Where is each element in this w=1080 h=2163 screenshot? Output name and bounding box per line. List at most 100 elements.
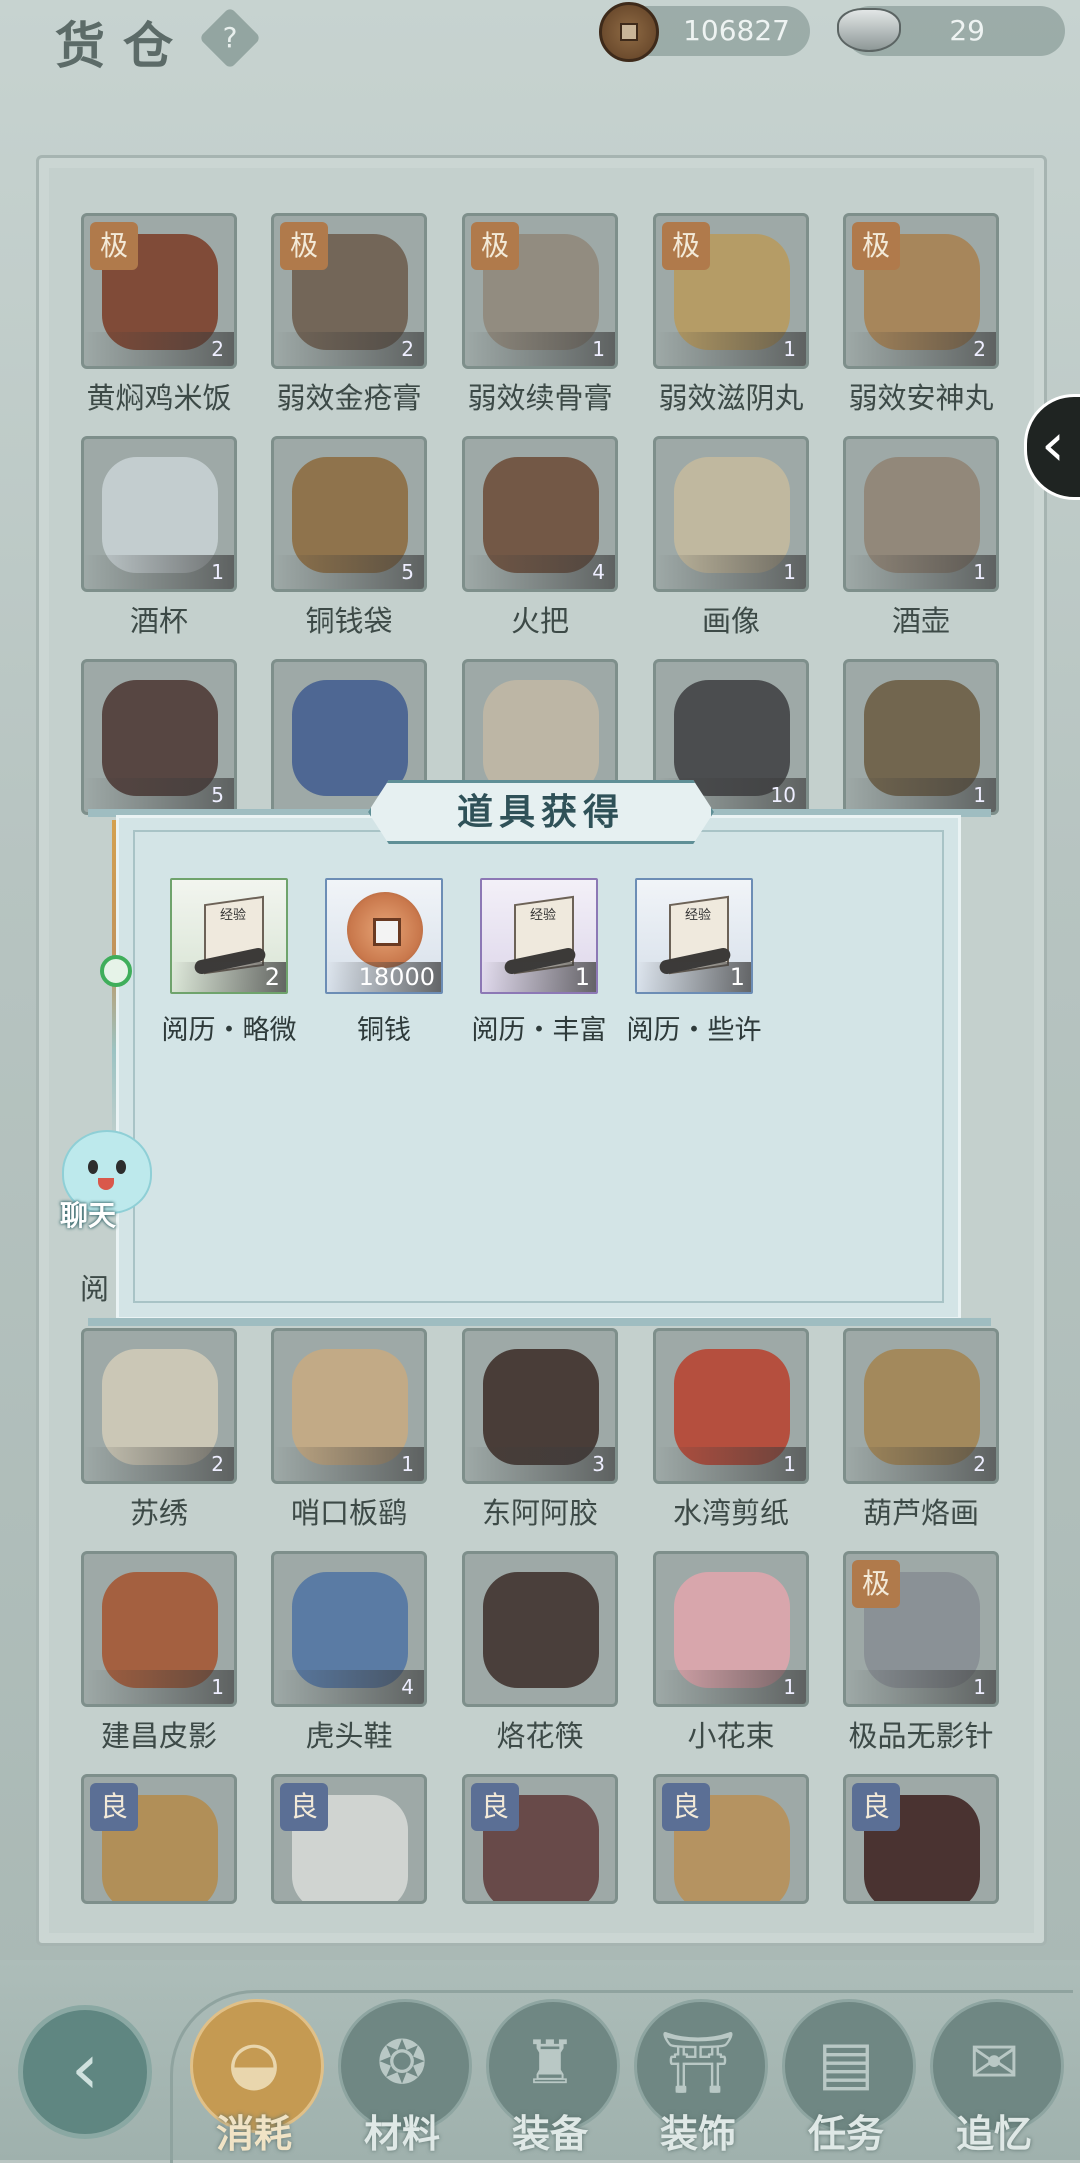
inventory-slot[interactable]: 极1 [462, 213, 618, 369]
inventory-slot[interactable]: 良 [843, 1774, 999, 1904]
item-count: 1 [84, 1670, 234, 1704]
scroll-text: 经验 [220, 908, 247, 923]
item-name: 苏绣 [129, 1496, 188, 1530]
item-count: 1 [846, 1670, 996, 1704]
inventory-slot[interactable]: 1 [653, 1551, 809, 1707]
item-name: 哨口板鹞 [290, 1496, 407, 1530]
item-count: 1 [84, 555, 234, 589]
item-count: 2 [84, 332, 234, 366]
item-count: 1 [846, 778, 996, 812]
mascot-eye [116, 1160, 126, 1174]
inventory-slot[interactable]: 3 [462, 1328, 618, 1484]
item-count: 1 [656, 1670, 806, 1704]
item-count: 1 [274, 1447, 424, 1481]
item-name: 弱效滋阴丸 [658, 381, 804, 415]
inventory-slot[interactable] [462, 1551, 618, 1707]
inventory-slot[interactable]: 1 [81, 1551, 237, 1707]
item-name: 东阿阿胶 [481, 1496, 598, 1530]
mascot-mouth [98, 1178, 114, 1190]
item-name: 极品无影针 [848, 1719, 994, 1753]
inventory-slot[interactable]: 极2 [81, 213, 237, 369]
inventory-slot[interactable]: 1 [81, 436, 237, 592]
item-count: 1 [656, 555, 806, 589]
tab-label: 装备 [511, 2112, 588, 2156]
inventory-slot[interactable]: 极1 [653, 213, 809, 369]
reward-name: 阅历・些许 [626, 1015, 762, 1046]
item-name: 小花束 [687, 1719, 775, 1753]
item-name: 弱效安神丸 [848, 381, 994, 415]
item-name: 烙花筷 [496, 1719, 584, 1753]
inventory-slot[interactable]: 1 [843, 436, 999, 592]
popup-title: 道具获得 [456, 791, 625, 833]
item-name: 弱效金疮膏 [276, 381, 422, 415]
inventory-slot[interactable]: 4 [271, 1551, 427, 1707]
chevron-left-icon: ‹ [1041, 410, 1065, 480]
reward-slot[interactable]: 经验 1 [480, 878, 598, 994]
quality-badge: 极 [662, 222, 710, 270]
inventory-slot[interactable]: 良 [462, 1774, 618, 1904]
chat-label[interactable]: 聊天 [60, 1194, 116, 1234]
item-count: 2 [274, 332, 424, 366]
item-name: 葫芦烙画 [862, 1496, 979, 1530]
item-name: 酒壶 [891, 604, 950, 638]
inventory-slot[interactable]: 良 [653, 1774, 809, 1904]
item-name: 黄焖鸡米饭 [86, 381, 232, 415]
item-count: 2 [84, 1447, 234, 1481]
item-name: 弱效续骨膏 [467, 381, 613, 415]
quality-badge: 极 [852, 1560, 900, 1608]
quality-badge: 极 [90, 222, 138, 270]
reward-count: 18000 [327, 962, 441, 992]
inventory-slot[interactable]: 1 [843, 659, 999, 815]
tab-envelope[interactable]: ✉ 追忆 [926, 1995, 1064, 2160]
item-count: 1 [656, 332, 806, 366]
quality-badge: 极 [280, 222, 328, 270]
reward-slot[interactable]: 经验 2 [170, 878, 288, 994]
blue-pouch-icon [292, 680, 408, 796]
inventory-slot[interactable]: 2 [843, 1328, 999, 1484]
inventory-slot[interactable]: 良 [271, 1774, 427, 1904]
item-count: 3 [465, 1447, 615, 1481]
tab-bowl[interactable]: ◒ 消耗 [186, 1995, 324, 2160]
reward-name: 阅历・略微 [161, 1015, 297, 1046]
tab-robe[interactable]: ♜ 装备 [482, 1995, 620, 2160]
reward-slot[interactable]: 经验 1 [635, 878, 753, 994]
inventory-slot[interactable]: 5 [81, 659, 237, 815]
inventory-slot[interactable]: 5 [271, 436, 427, 592]
tab-gate[interactable]: ⛩ 装饰 [630, 1995, 768, 2160]
item-name: 建昌皮影 [100, 1719, 217, 1753]
chopsticks-icon [483, 1572, 599, 1688]
inventory-slot[interactable]: 1 [653, 436, 809, 592]
tab-label: 消耗 [215, 2112, 292, 2156]
quality-badge: 良 [852, 1783, 900, 1831]
item-name: 火把 [510, 604, 569, 638]
item-name: 画像 [701, 604, 760, 638]
reward-count: 2 [172, 962, 286, 992]
item-count: 4 [465, 555, 615, 589]
back-arrow-icon: ‹ [71, 2028, 99, 2110]
inventory-slot[interactable]: 极2 [271, 213, 427, 369]
inventory-slot[interactable]: 2 [81, 1328, 237, 1484]
item-count: 5 [274, 555, 424, 589]
item-name: 酒杯 [129, 604, 188, 638]
item-name: 虎头鞋 [305, 1719, 393, 1753]
reward-name: 铜钱 [357, 1015, 411, 1046]
tab-label: 任务 [807, 2112, 884, 2156]
reward-slot[interactable]: 18000 [325, 878, 443, 994]
inventory-slot[interactable]: 1 [653, 1328, 809, 1484]
quality-badge: 良 [662, 1783, 710, 1831]
back-button[interactable]: ‹ [18, 2005, 152, 2139]
inventory-slot[interactable]: 极1 [843, 1551, 999, 1707]
item-name: 铜钱袋 [305, 604, 393, 638]
quality-badge: 极 [471, 222, 519, 270]
tab-logs[interactable]: ❂ 材料 [334, 1995, 472, 2160]
quality-badge: 良 [280, 1783, 328, 1831]
tab-book[interactable]: ▤ 任务 [778, 1995, 916, 2160]
reward-count: 1 [637, 962, 751, 992]
popup-title-banner: 道具获得 [368, 780, 714, 844]
inventory-slot[interactable]: 1 [271, 1328, 427, 1484]
inventory-slot[interactable]: 良 [81, 1774, 237, 1904]
inventory-slot[interactable]: 极2 [843, 213, 999, 369]
scroll-text: 经验 [685, 908, 712, 923]
inventory-slot[interactable]: 4 [462, 436, 618, 592]
letter-icon [483, 680, 599, 796]
